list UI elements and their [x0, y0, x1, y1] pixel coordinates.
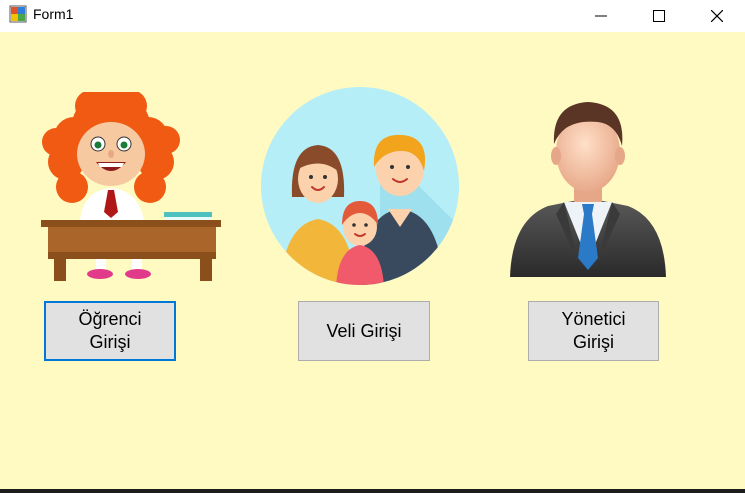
- form-client-area: Öğrenci Girişi Veli Girişi Yönetici Giri…: [0, 32, 745, 489]
- student-at-desk-illustration: [41, 92, 221, 281]
- maximize-icon: [653, 10, 665, 22]
- close-button[interactable]: [694, 0, 740, 32]
- window-title: Form1: [33, 6, 74, 22]
- app-icon: [9, 5, 27, 23]
- close-icon: [711, 10, 723, 22]
- minimize-icon: [595, 15, 607, 17]
- window-bottom-edge: [0, 489, 745, 493]
- family-illustration: [261, 87, 459, 285]
- admin-login-button[interactable]: Yönetici Girişi: [528, 301, 659, 361]
- minimize-button[interactable]: [578, 0, 624, 32]
- title-bar[interactable]: Form1: [0, 0, 745, 32]
- student-login-button[interactable]: Öğrenci Girişi: [44, 301, 176, 361]
- parent-login-button[interactable]: Veli Girişi: [298, 301, 430, 361]
- businessman-avatar: [510, 102, 666, 277]
- maximize-button[interactable]: [636, 0, 682, 32]
